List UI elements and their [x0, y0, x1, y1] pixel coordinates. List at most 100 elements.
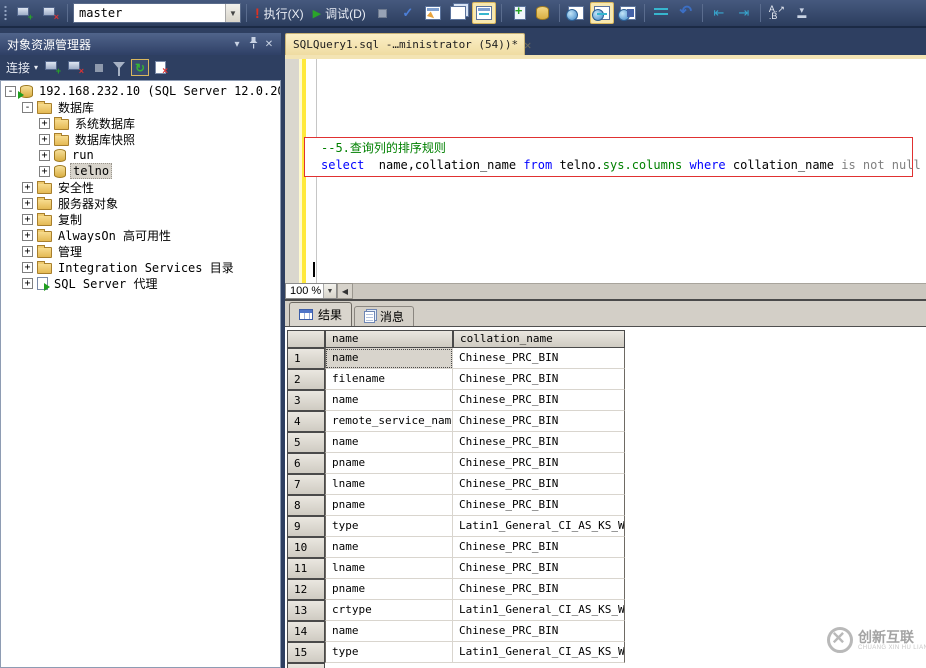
- expander-plus-icon[interactable]: +: [39, 150, 50, 161]
- grid-row-header[interactable]: 9: [287, 516, 325, 537]
- actual-plan-button[interactable]: [590, 2, 614, 24]
- grid-cell-name[interactable]: pname: [325, 453, 453, 474]
- code-surface[interactable]: --5.查询列的排序规则 select name,collation_name …: [306, 59, 926, 283]
- tree-item[interactable]: +服务器对象: [1, 195, 280, 211]
- grid-cell-name[interactable]: pname: [325, 495, 453, 516]
- tab-results[interactable]: 结果: [289, 302, 352, 326]
- connect-server-icon[interactable]: +: [44, 60, 61, 75]
- expander-minus-icon[interactable]: -: [5, 86, 16, 97]
- database-combo[interactable]: master ▼: [73, 3, 241, 23]
- toolbar-overflow-button[interactable]: ▾▬: [791, 2, 813, 24]
- tree-item[interactable]: +SQL Server 代理: [1, 275, 280, 291]
- client-statistics-button[interactable]: [617, 2, 639, 24]
- expander-plus-icon[interactable]: +: [22, 246, 33, 257]
- grid-cell-collation[interactable]: Chinese_PRC_BIN: [453, 432, 625, 453]
- expander-plus-icon[interactable]: +: [22, 214, 33, 225]
- grid-cell-collation[interactable]: Chinese_PRC_BIN: [453, 453, 625, 474]
- grid-cell-name[interactable]: type: [325, 642, 453, 663]
- grid-cell-name[interactable]: lname: [325, 474, 453, 495]
- grid-row-header[interactable]: 11: [287, 558, 325, 579]
- zoom-combo[interactable]: 100 % ▼: [285, 283, 337, 299]
- grid-row-header[interactable]: 12: [287, 579, 325, 600]
- grid-cell-name[interactable]: name: [325, 348, 453, 369]
- uncomment-button[interactable]: ↶: [675, 2, 697, 24]
- grid-row-header[interactable]: 10: [287, 537, 325, 558]
- query-options-button[interactable]: [422, 2, 444, 24]
- tree-item[interactable]: +安全性: [1, 179, 280, 195]
- grid-row-header[interactable]: 13: [287, 600, 325, 621]
- intellisense-button[interactable]: [447, 2, 469, 24]
- grid-row-header[interactable]: 2: [287, 369, 325, 390]
- grid-cell-name[interactable]: pname: [325, 579, 453, 600]
- comment-button[interactable]: [650, 2, 672, 24]
- grid-cell-collation[interactable]: Chinese_PRC_BIN: [453, 558, 625, 579]
- scroll-left-button[interactable]: ◀: [337, 283, 353, 299]
- grid-row-header[interactable]: 5: [287, 432, 325, 453]
- grid-column-header-name[interactable]: name: [325, 330, 453, 348]
- close-icon[interactable]: ✕: [261, 39, 277, 50]
- estimated-plan-button[interactable]: [565, 2, 587, 24]
- stop-button[interactable]: [372, 2, 394, 24]
- expander-plus-icon[interactable]: +: [39, 134, 50, 145]
- grid-cell-name[interactable]: name: [325, 621, 453, 642]
- increase-indent-button[interactable]: ⇥: [733, 2, 755, 24]
- close-icon[interactable]: ✕: [524, 38, 531, 52]
- grid-cell-name[interactable]: remote_service_name: [325, 411, 453, 432]
- grid-cell-collation[interactable]: Chinese_PRC_BIN: [453, 348, 625, 369]
- grid-corner-cell[interactable]: [287, 330, 325, 348]
- expander-minus-icon[interactable]: -: [22, 102, 33, 113]
- database-object-button[interactable]: [532, 2, 554, 24]
- grid-cell-collation[interactable]: Chinese_PRC_BIN: [453, 411, 625, 432]
- grid-cell-name[interactable]: type: [325, 516, 453, 537]
- grid-row-header[interactable]: 4: [287, 411, 325, 432]
- grid-cell-name[interactable]: name: [325, 537, 453, 558]
- tree-item[interactable]: +telno: [1, 163, 280, 179]
- window-position-icon[interactable]: ▾: [229, 39, 245, 50]
- grid-row-header[interactable]: 3: [287, 390, 325, 411]
- decrease-indent-button[interactable]: ⇤: [708, 2, 730, 24]
- results-pane-button[interactable]: [472, 2, 496, 24]
- tree-item[interactable]: +数据库快照: [1, 131, 280, 147]
- grid-cell-collation[interactable]: Chinese_PRC_BIN: [453, 474, 625, 495]
- horizontal-scrollbar[interactable]: [353, 283, 926, 299]
- tree-item[interactable]: -数据库: [1, 99, 280, 115]
- grid-cell-collation[interactable]: Chinese_PRC_BIN: [453, 579, 625, 600]
- template-parameters-button[interactable]: A.↗.B: [766, 2, 788, 24]
- expander-plus-icon[interactable]: +: [22, 278, 33, 289]
- toolbar-grip[interactable]: [3, 5, 8, 21]
- expander-plus-icon[interactable]: +: [22, 262, 33, 273]
- grid-cell-collation[interactable]: Chinese_PRC_BIN: [453, 369, 625, 390]
- tree-item[interactable]: +复制: [1, 211, 280, 227]
- filter-icon[interactable]: [113, 62, 125, 69]
- pin-icon[interactable]: [245, 37, 261, 52]
- tree-item[interactable]: -192.168.232.10 (SQL Server 12.0.2000 -: [1, 83, 280, 99]
- expander-plus-icon[interactable]: +: [22, 198, 33, 209]
- tab-messages[interactable]: 消息: [354, 306, 414, 326]
- grid-cell-name[interactable]: name: [325, 390, 453, 411]
- grid-row-header[interactable]: 15: [287, 642, 325, 663]
- grid-cell-collation[interactable]: Latin1_General_CI_AS_KS_WS: [453, 516, 625, 537]
- expander-plus-icon[interactable]: +: [39, 118, 50, 129]
- grid-row-header[interactable]: 8: [287, 495, 325, 516]
- grid-cell-collation[interactable]: Latin1_General_CI_AS_KS_WS: [453, 642, 625, 663]
- grid-row-header[interactable]: 7: [287, 474, 325, 495]
- grid-cell-name[interactable]: filename: [325, 369, 453, 390]
- tree-item[interactable]: +run: [1, 147, 280, 163]
- debug-button[interactable]: ▶ 调试(D): [310, 2, 369, 24]
- grid-cell-name[interactable]: name: [325, 432, 453, 453]
- grid-cell-collation[interactable]: Chinese_PRC_BIN: [453, 495, 625, 516]
- expander-plus-icon[interactable]: +: [22, 182, 33, 193]
- grid-cell-collation[interactable]: Latin1_General_CI_AS_KS_WS: [453, 600, 625, 621]
- results-grid[interactable]: name collation_name 1nameChinese_PRC_BIN…: [287, 330, 625, 668]
- parse-button[interactable]: ✓: [397, 2, 419, 24]
- change-connection-button[interactable]: ×: [39, 2, 62, 24]
- script-error-icon[interactable]: [155, 61, 166, 74]
- grid-cell-collation[interactable]: Chinese_PRC_BIN: [453, 390, 625, 411]
- grid-cell-collation[interactable]: Chinese_PRC_BIN: [453, 537, 625, 558]
- tree-item[interactable]: +AlwaysOn 高可用性: [1, 227, 280, 243]
- grid-row-header[interactable]: 1: [287, 348, 325, 369]
- connect-button[interactable]: +: [13, 2, 36, 24]
- grid-cell-name[interactable]: lname: [325, 558, 453, 579]
- grid-row-header[interactable]: 14: [287, 621, 325, 642]
- tree-item[interactable]: +系统数据库: [1, 115, 280, 131]
